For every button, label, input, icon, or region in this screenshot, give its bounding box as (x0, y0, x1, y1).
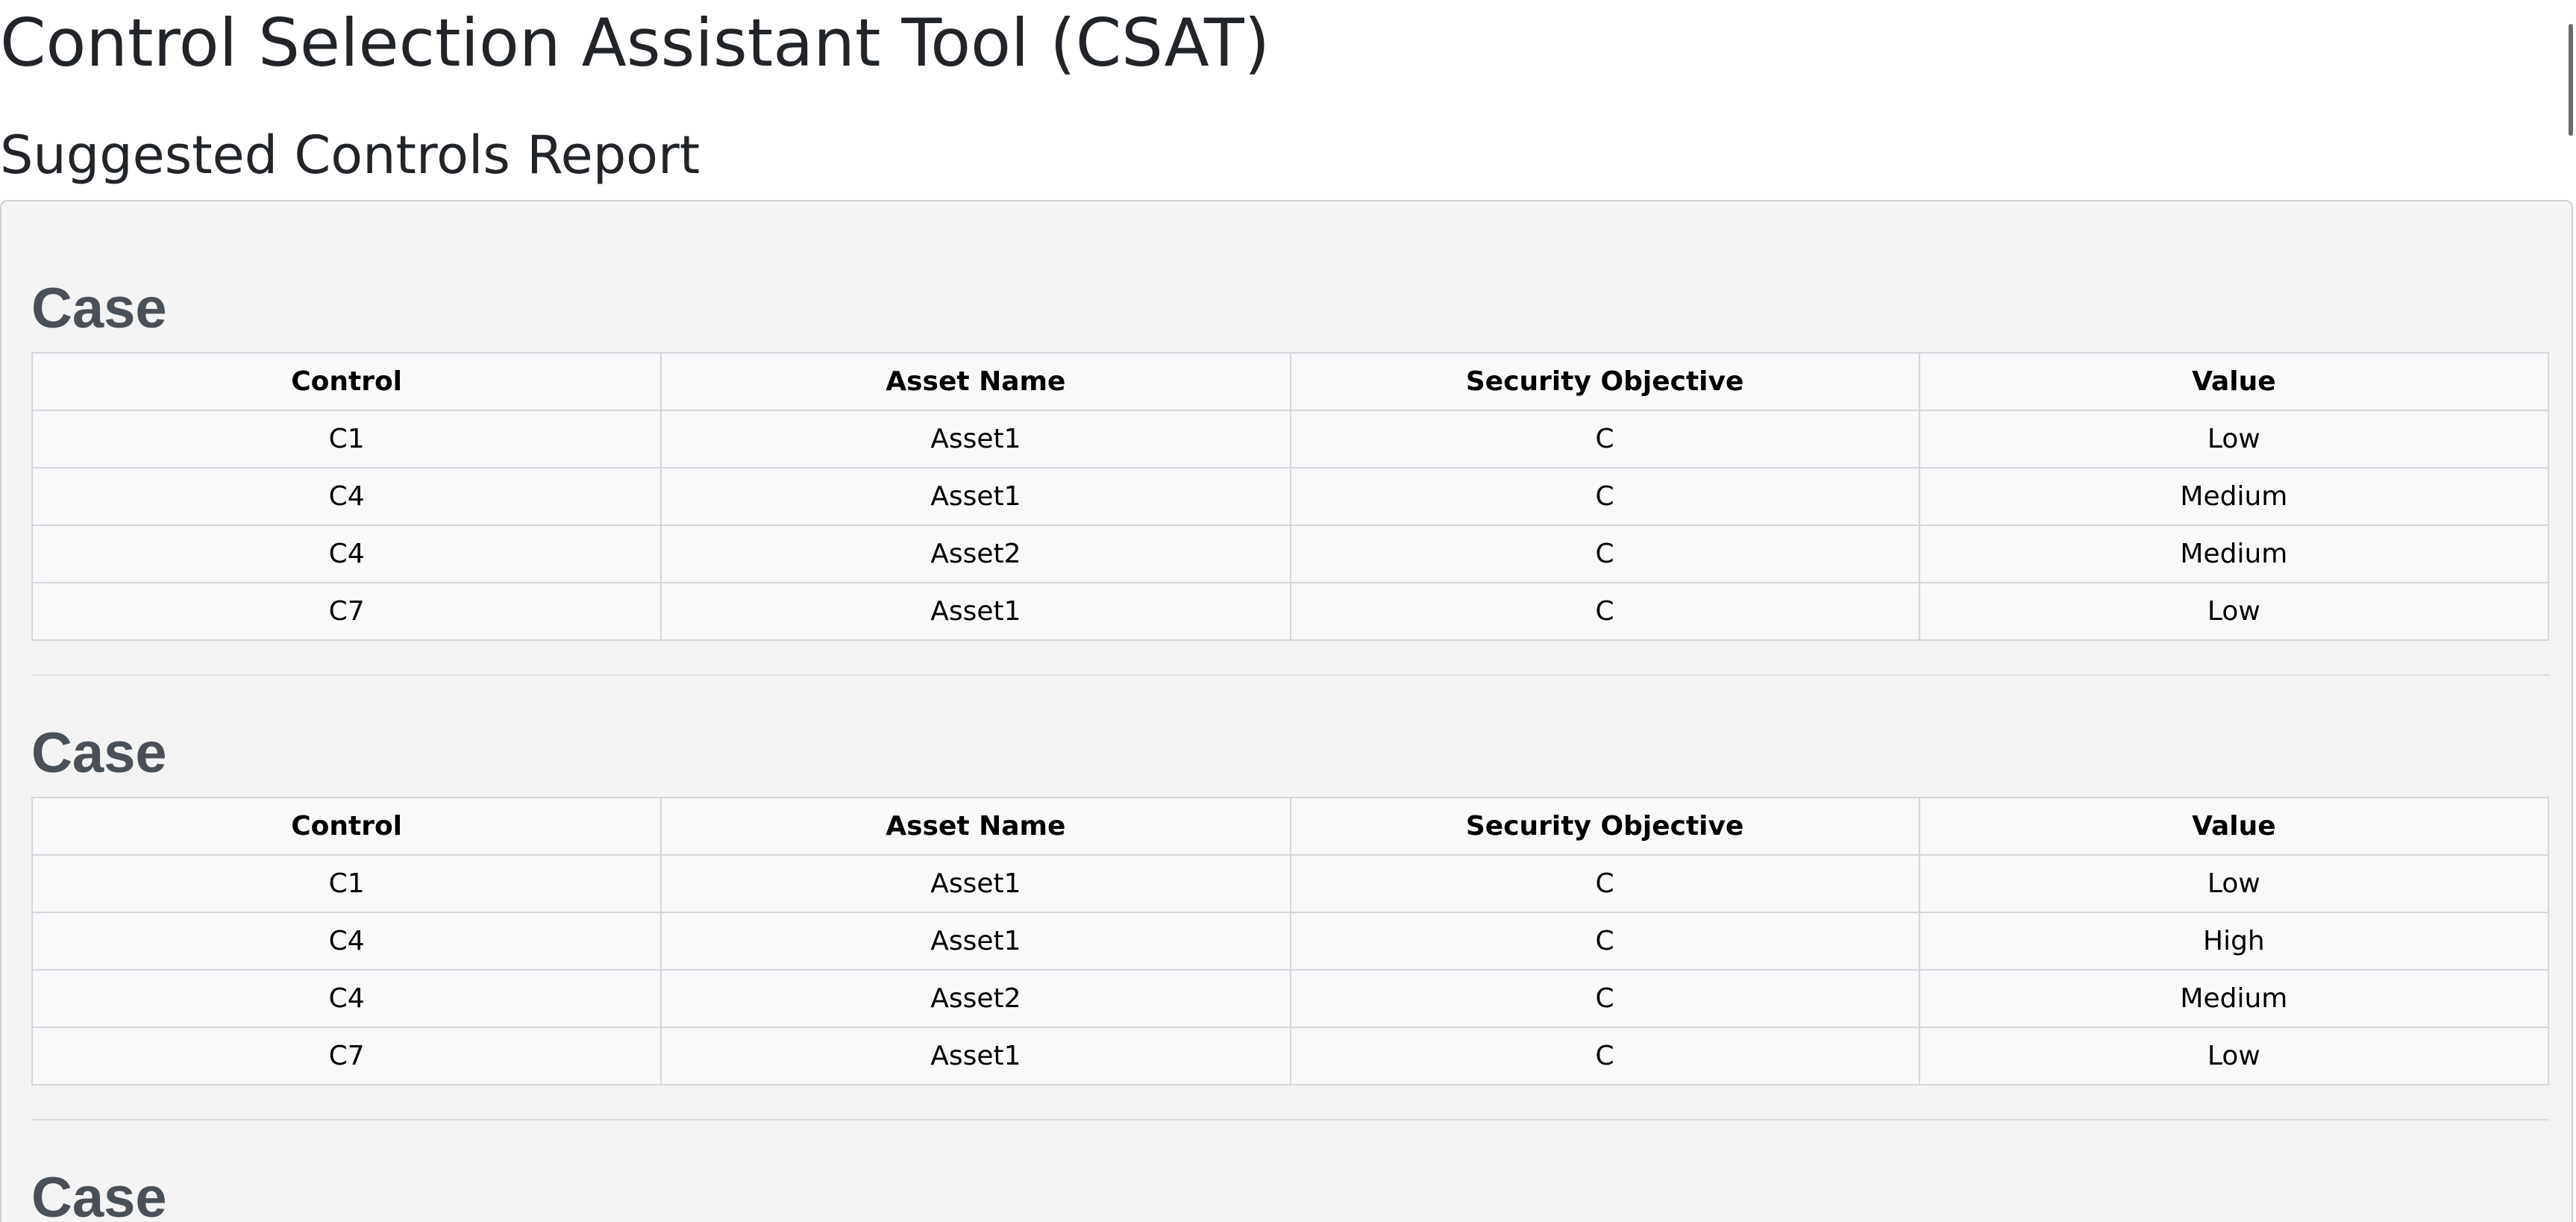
cell-control: C1 (31, 854, 662, 913)
column-header-security-objective: Security Objective (1289, 797, 1920, 856)
cell-security-objective: C (1289, 1027, 1920, 1085)
cell-control: C4 (31, 524, 662, 583)
case-heading: Case (31, 277, 167, 340)
cell-security-objective: C (1289, 467, 1920, 526)
cell-security-objective: C (1289, 969, 1920, 1028)
column-header-value: Value (1918, 797, 2550, 856)
cell-asset-name: Asset2 (660, 969, 1291, 1028)
cell-value: Low (1918, 582, 2550, 641)
report-panel: Case Control Asset Name Security Objecti… (0, 200, 2573, 1222)
cell-control: C4 (31, 969, 662, 1028)
cell-security-objective: C (1289, 912, 1920, 971)
scrollbar-thumb[interactable] (2569, 24, 2573, 136)
case-section-2: Case Control Asset Name Security Objecti… (31, 718, 2550, 1085)
table-header-row: Control Asset Name Security Objective Va… (31, 352, 2550, 411)
cell-asset-name: Asset2 (660, 524, 1291, 583)
cell-asset-name: Asset1 (660, 582, 1291, 641)
page: Control Selection Assistant Tool (CSAT) … (0, 0, 2576, 1222)
column-header-security-objective: Security Objective (1289, 352, 1920, 411)
table-row: C4 Asset2 C Medium (31, 969, 2550, 1028)
case-table: Control Asset Name Security Objective Va… (31, 797, 2550, 1085)
cell-security-objective: C (1289, 582, 1920, 641)
cell-asset-name: Asset1 (660, 410, 1291, 469)
column-header-asset-name: Asset Name (660, 797, 1291, 856)
cell-control: C7 (31, 1027, 662, 1085)
cell-value: High (1918, 912, 2550, 971)
cell-value: Medium (1918, 969, 2550, 1028)
cell-value: Low (1918, 410, 2550, 469)
column-header-control: Control (31, 797, 662, 856)
cell-control: C4 (31, 912, 662, 971)
case-table: Control Asset Name Security Objective Va… (31, 352, 2550, 641)
table-row: C4 Asset1 C High (31, 912, 2550, 971)
cell-value: Low (1918, 1027, 2550, 1085)
report-title: Suggested Controls Report (0, 125, 701, 186)
cell-asset-name: Asset1 (660, 854, 1291, 913)
table-row: C1 Asset1 C Low (31, 854, 2550, 913)
cell-control: C4 (31, 467, 662, 526)
table-row: C4 Asset2 C Medium (31, 524, 2550, 583)
cell-asset-name: Asset1 (660, 912, 1291, 971)
table-header-row: Control Asset Name Security Objective Va… (31, 797, 2550, 856)
cell-security-objective: C (1289, 410, 1920, 469)
column-header-value: Value (1918, 352, 2550, 411)
page-scrollbar[interactable] (2566, 0, 2576, 1222)
column-header-asset-name: Asset Name (660, 352, 1291, 411)
cell-security-objective: C (1289, 854, 1920, 913)
cell-control: C1 (31, 410, 662, 469)
case-section-3: Case (31, 1162, 2549, 1222)
table-row: C4 Asset1 C Medium (31, 467, 2550, 526)
app-title: Control Selection Assistant Tool (CSAT) (0, 4, 1270, 81)
case-divider (31, 1119, 2549, 1121)
cell-value: Medium (1918, 524, 2550, 583)
cell-asset-name: Asset1 (660, 467, 1291, 526)
table-row: C1 Asset1 C Low (31, 410, 2550, 469)
column-header-control: Control (31, 352, 662, 411)
case-heading: Case (31, 721, 167, 785)
case-section-1: Case Control Asset Name Security Objecti… (31, 273, 2550, 641)
cell-security-objective: C (1289, 524, 1920, 583)
cell-value: Medium (1918, 467, 2550, 526)
cell-asset-name: Asset1 (660, 1027, 1291, 1085)
table-row: C7 Asset1 C Low (31, 1027, 2550, 1085)
cell-value: Low (1918, 854, 2550, 913)
cell-control: C7 (31, 582, 662, 641)
table-row: C7 Asset1 C Low (31, 582, 2550, 641)
case-divider (31, 674, 2549, 676)
case-heading: Case (31, 1166, 167, 1222)
